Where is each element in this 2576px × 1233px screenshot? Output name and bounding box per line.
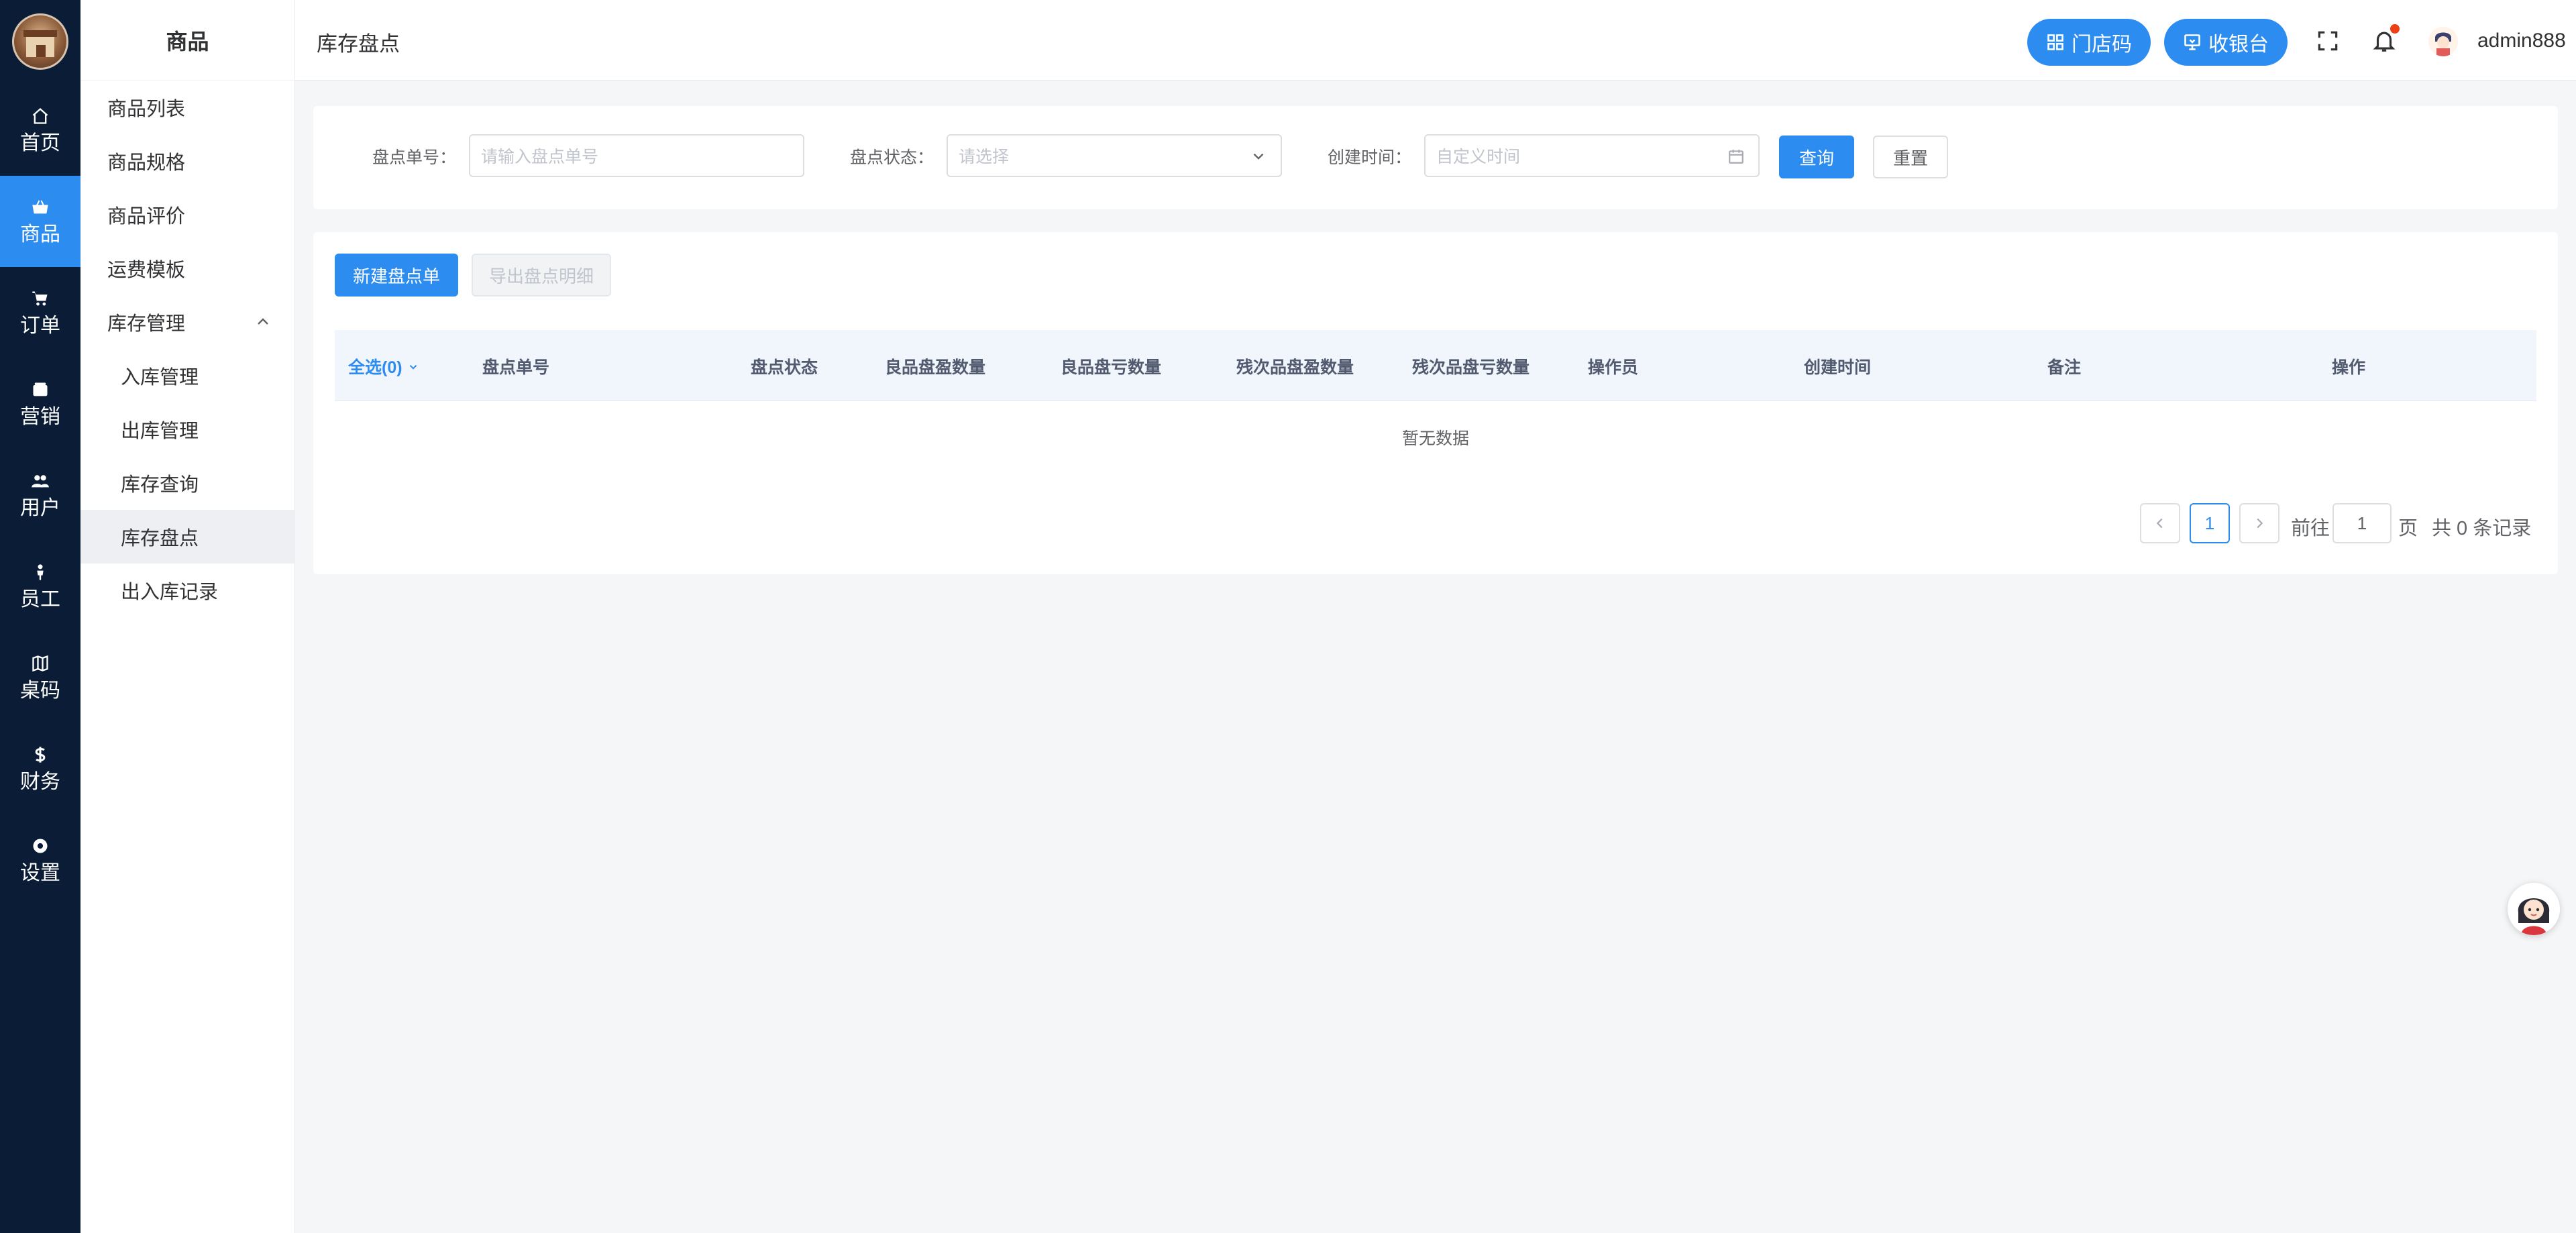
submenu-item-stock-records[interactable]: 出入库记录	[80, 564, 295, 617]
status-select[interactable]: 请选择	[947, 134, 1282, 177]
order-no-input[interactable]: 请输入盘点单号	[469, 134, 804, 177]
submenu-item-stock-out[interactable]: 出库管理	[80, 403, 295, 456]
customer-service-avatar[interactable]	[2508, 883, 2560, 935]
rail-item-table-code[interactable]: 桌码	[0, 632, 80, 723]
query-button[interactable]: 查询	[1779, 136, 1854, 178]
next-page-button[interactable]	[2239, 503, 2279, 543]
order-no-label: 盘点单号：	[372, 148, 457, 167]
submenu-item-stock-in[interactable]: 入库管理	[80, 349, 295, 403]
search-form-card: 盘点单号： 请输入盘点单号 盘点状态： 请选择 创建时间： 自定义时间 查询 重…	[313, 106, 2558, 209]
chevron-down-icon	[409, 365, 417, 370]
page-number-button[interactable]: 1	[2190, 503, 2230, 543]
goto-suffix: 页	[2398, 518, 2418, 539]
column-header: 创建时间	[1804, 358, 1872, 377]
column-header: 盘点状态	[751, 358, 818, 377]
column-header: 残次品盘盈数量	[1236, 358, 1354, 377]
main-nav-rail: 首页 商品 订单 营销 用户 员工 桌码 财务 设置	[0, 0, 80, 1233]
store-logo[interactable]	[12, 13, 68, 70]
prev-page-button[interactable]	[2140, 503, 2180, 543]
column-header: 残次品盘亏数量	[1412, 358, 1530, 377]
reset-button[interactable]: 重置	[1873, 136, 1948, 178]
submenu-title: 商品	[80, 0, 294, 81]
basket-icon	[30, 197, 51, 218]
column-header: 盘点单号	[482, 358, 550, 377]
notification-bell-icon[interactable]	[2371, 24, 2400, 54]
store-code-button[interactable]: 门店码	[2027, 19, 2151, 66]
empty-state-text: 暂无数据	[1401, 429, 1469, 448]
calendar-icon	[1729, 150, 1743, 164]
home-icon	[30, 105, 51, 127]
column-header: 良品盘亏数量	[1061, 358, 1162, 377]
person-icon	[30, 561, 51, 583]
notification-badge	[2390, 24, 2400, 34]
submenu-item-goods-list[interactable]: 商品列表	[80, 81, 295, 134]
cashier-button[interactable]: 收银台	[2164, 19, 2288, 66]
column-header: 操作员	[1588, 358, 1639, 377]
submenu-item-stock-query[interactable]: 库存查询	[80, 456, 295, 510]
chevron-left-icon	[2156, 518, 2163, 529]
fullscreen-icon[interactable]	[2315, 28, 2341, 54]
column-header: 操作	[2332, 358, 2366, 377]
status-label: 盘点状态：	[850, 148, 934, 167]
select-all-dropdown[interactable]: 全选(0)	[348, 354, 419, 378]
rail-item-staff[interactable]: 员工	[0, 541, 80, 632]
submenu-item-goods-review[interactable]: 商品评价	[80, 188, 295, 242]
submenu-item-shipping-template[interactable]: 运费模板	[80, 242, 295, 295]
rail-item-settings[interactable]: 设置	[0, 814, 80, 906]
column-header: 良品盘盈数量	[885, 358, 986, 377]
chevron-right-icon	[2257, 518, 2263, 529]
users-icon	[30, 470, 51, 492]
stocktake-table-card: 新建盘点单 导出盘点明细 全选(0) 盘点单号 盘点状态 良品盘盈数量 良品盘亏…	[313, 232, 2558, 574]
gear-icon	[30, 835, 51, 857]
grid-icon	[2047, 34, 2063, 50]
top-header: 库存盘点 门店码 收银台 admin888	[295, 0, 2576, 81]
monitor-icon	[2184, 34, 2200, 50]
page-title: 库存盘点	[317, 32, 400, 56]
submenu-group-inventory[interactable]: 库存管理	[80, 295, 295, 349]
table-header: 全选(0) 盘点单号 盘点状态 良品盘盈数量 良品盘亏数量 残次品盘盈数量 残次…	[335, 330, 2536, 401]
map-icon	[30, 653, 51, 674]
goto-page-input[interactable]: 1	[2332, 503, 2392, 543]
cart-icon	[30, 288, 51, 309]
rail-item-orders[interactable]: 订单	[0, 267, 80, 358]
rail-item-home[interactable]: 首页	[0, 85, 80, 176]
total-records: 共 0 条记录	[2432, 518, 2532, 539]
user-avatar[interactable]	[2428, 27, 2458, 56]
username[interactable]: admin888	[2477, 30, 2566, 52]
rail-item-goods[interactable]: 商品	[0, 176, 80, 267]
sub-menu: 商品 商品列表 商品规格 商品评价 运费模板 库存管理 入库管理 出库管理 库存…	[80, 0, 295, 1233]
new-stocktake-button[interactable]: 新建盘点单	[335, 254, 458, 297]
chevron-up-icon	[258, 318, 268, 325]
created-time-picker[interactable]: 自定义时间	[1424, 134, 1760, 177]
chevron-down-icon	[1253, 153, 1264, 160]
column-header: 备注	[2047, 358, 2082, 377]
rail-item-users[interactable]: 用户	[0, 449, 80, 541]
dollar-icon	[30, 744, 51, 765]
created-time-label: 创建时间：	[1328, 148, 1412, 167]
export-details-button[interactable]: 导出盘点明细	[472, 254, 611, 297]
goto-prefix: 前往	[2291, 518, 2330, 539]
submenu-item-stocktake[interactable]: 库存盘点	[80, 510, 295, 564]
submenu-item-goods-spec[interactable]: 商品规格	[80, 134, 295, 188]
wallet-icon	[30, 379, 51, 400]
rail-item-finance[interactable]: 财务	[0, 723, 80, 814]
rail-item-marketing[interactable]: 营销	[0, 358, 80, 449]
